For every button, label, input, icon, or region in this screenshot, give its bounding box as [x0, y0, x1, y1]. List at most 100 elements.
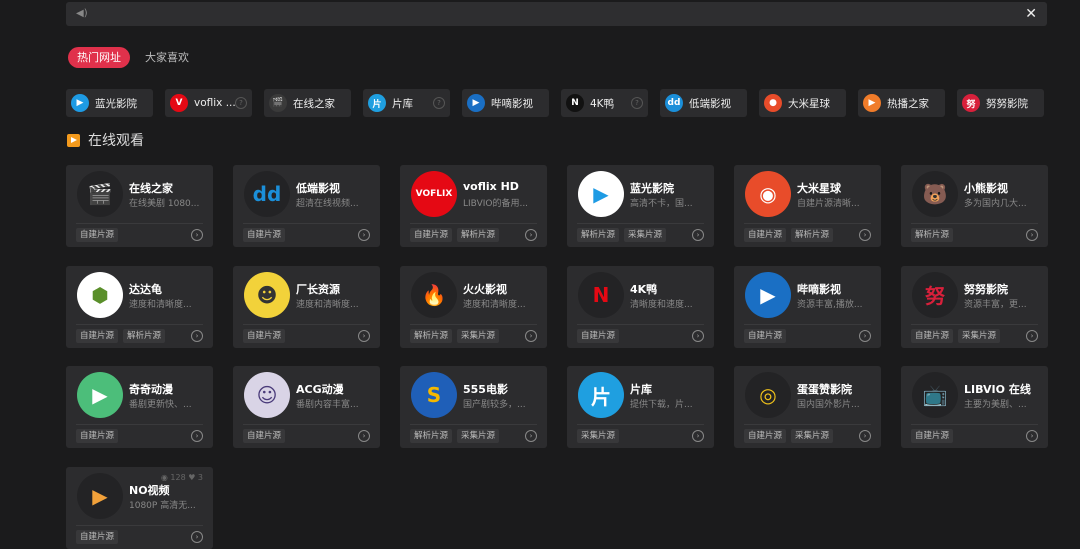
- go-arrow-icon[interactable]: ›: [358, 229, 370, 241]
- source-tag: 自建片源: [243, 228, 286, 242]
- site-card[interactable]: S 555电影 国产剧较多，... 解析片源 采集片源 ›: [400, 366, 547, 448]
- quick-link-label: 低端影视: [689, 97, 731, 110]
- go-arrow-icon[interactable]: ›: [191, 329, 203, 342]
- quick-link[interactable]: Vvoflix ...?: [165, 89, 252, 117]
- top-search-bar[interactable]: ◀) ✕: [66, 2, 1047, 26]
- info-icon[interactable]: ?: [235, 97, 247, 109]
- site-card[interactable]: ◎ 蛋蛋赞影院 国内国外影片... 自建片源 采集片源 ›: [734, 366, 881, 448]
- source-tags: 自建片源: [243, 328, 286, 343]
- site-description: 速度和清晰度...: [296, 299, 359, 310]
- divider: [911, 323, 1038, 325]
- source-tag: 自建片源: [76, 328, 119, 343]
- go-arrow-icon[interactable]: ›: [859, 430, 871, 442]
- quick-link[interactable]: 努努努影院: [957, 89, 1044, 117]
- site-card[interactable]: ☺ ACG动漫 番剧内容丰富... 自建片源 ›: [233, 366, 380, 448]
- go-arrow-icon[interactable]: ›: [191, 430, 203, 442]
- divider: [744, 323, 871, 325]
- site-card[interactable]: ◉ 大米星球 自建片源清晰... 自建片源 解析片源 ›: [734, 165, 881, 247]
- site-logo-icon: 🔥: [411, 271, 457, 318]
- go-arrow-icon[interactable]: ›: [358, 430, 370, 442]
- go-arrow-icon[interactable]: ›: [692, 430, 704, 442]
- speaker-icon[interactable]: ◀): [76, 7, 90, 21]
- go-arrow-icon[interactable]: ›: [525, 329, 537, 342]
- tab-hot-sites[interactable]: 热门网址: [68, 47, 130, 68]
- site-logo-icon: V: [170, 94, 188, 112]
- site-card[interactable]: ▶ 蓝光影院 高清不卡，国... 解析片源 采集片源 ›: [567, 165, 714, 247]
- quick-link[interactable]: ▶ 蓝光影院: [66, 89, 153, 117]
- go-arrow-icon[interactable]: ›: [692, 229, 704, 241]
- quick-link[interactable]: ▶ 哔嘀影视: [462, 89, 549, 117]
- source-tags: 自建片源 解析片源: [76, 328, 166, 343]
- tab-everyone-likes[interactable]: 大家喜欢: [136, 47, 198, 68]
- category-tabs: 热门网址 大家喜欢: [68, 47, 198, 68]
- site-card[interactable]: N 4K鸭 清晰度和速度... 自建片源 ›: [567, 265, 714, 348]
- quick-link[interactable]: N 4K鸭?: [561, 89, 648, 117]
- site-card[interactable]: 📺 LIBVIO 在线 主要为美剧、... 自建片源 ›: [901, 366, 1048, 448]
- site-card[interactable]: 努努努影院 资源丰富，更... 自建片源 采集片源 ›: [901, 265, 1048, 348]
- site-card[interactable]: ☻ 厂长资源 速度和清晰度... 自建片源 ›: [233, 265, 380, 348]
- source-tags: 自建片源: [911, 429, 954, 443]
- source-tags: 自建片源: [577, 328, 620, 343]
- source-tags: 自建片源 解析片源: [744, 228, 834, 242]
- go-arrow-icon[interactable]: ›: [1026, 229, 1038, 241]
- quick-link[interactable]: 🎬 在线之家: [264, 89, 351, 117]
- site-description: 国产剧较多，...: [463, 400, 526, 410]
- site-description: 多为国内几大...: [964, 199, 1027, 209]
- site-name: ACG动漫: [296, 383, 344, 396]
- site-name: 555电影: [463, 383, 508, 396]
- go-arrow-icon[interactable]: ›: [692, 329, 704, 342]
- source-tags: 自建片源 解析片源: [410, 228, 500, 242]
- go-arrow-icon[interactable]: ›: [358, 329, 370, 342]
- source-tag: 采集片源: [577, 429, 620, 443]
- site-name: 火火影视: [463, 282, 507, 296]
- site-card[interactable]: ▶ 奇奇动漫 番剧更新快、... 自建片源 ›: [66, 366, 213, 448]
- site-name: 在线之家: [129, 182, 173, 195]
- site-description: 资源丰富,播放...: [797, 299, 863, 310]
- play-icon: [67, 133, 80, 147]
- go-arrow-icon[interactable]: ›: [859, 229, 871, 241]
- divider: [410, 323, 537, 325]
- go-arrow-icon[interactable]: ›: [859, 329, 871, 342]
- source-tag: 自建片源: [410, 228, 453, 242]
- divider: [76, 424, 203, 425]
- info-icon[interactable]: ?: [631, 97, 643, 109]
- quick-link[interactable]: dd 低端影视: [660, 89, 747, 117]
- source-tag: 采集片源: [624, 228, 667, 242]
- divider: [410, 223, 537, 224]
- source-tag: 自建片源: [744, 228, 787, 242]
- close-icon[interactable]: ✕: [1025, 5, 1037, 23]
- site-card[interactable]: dd 低端影视 超清在线视频... 自建片源 ›: [233, 165, 380, 247]
- source-tag: 解析片源: [457, 228, 500, 242]
- site-card[interactable]: 片片库 提供下载，片... 采集片源 ›: [567, 366, 714, 448]
- quick-link-label: 努努影院: [986, 97, 1028, 110]
- go-arrow-icon[interactable]: ›: [1026, 430, 1038, 442]
- site-card[interactable]: ▶ NO视频 1080P 高清无... ◉ 128 ♥ 3 自建片源 ›: [66, 466, 213, 549]
- site-card[interactable]: VOFLIX voflix HD LIBVIO的备用... 自建片源 解析片源 ›: [400, 165, 547, 247]
- site-card[interactable]: ▶ 哔嘀影视 资源丰富,播放... 自建片源 ›: [734, 265, 881, 348]
- site-name: 哔嘀影视: [797, 282, 841, 296]
- site-card[interactable]: ⬢ 达达龟 速度和清晰度... 自建片源 解析片源 ›: [66, 265, 213, 348]
- site-logo-icon: ▶: [77, 372, 123, 418]
- go-arrow-icon[interactable]: ›: [1026, 329, 1038, 342]
- source-tags: 解析片源 采集片源: [577, 228, 667, 242]
- go-arrow-icon[interactable]: ›: [191, 229, 203, 241]
- quick-link[interactable]: ● 大米星球: [759, 89, 846, 117]
- quick-link[interactable]: 片片库?: [363, 89, 450, 117]
- site-card[interactable]: 🐻 小熊影视 多为国内几大... 解析片源 ›: [901, 165, 1048, 247]
- divider: [243, 424, 370, 425]
- go-arrow-icon[interactable]: ›: [525, 229, 537, 241]
- site-logo-icon: dd: [244, 171, 290, 217]
- go-arrow-icon[interactable]: ›: [191, 530, 203, 543]
- quick-link[interactable]: ▶ 热播之家: [858, 89, 945, 117]
- site-card[interactable]: 🎬 在线之家 在线美剧 1080... 自建片源 ›: [66, 165, 213, 247]
- divider: [243, 323, 370, 325]
- site-description: 速度和清晰度...: [463, 299, 526, 310]
- site-logo-icon: ▶: [77, 472, 123, 519]
- go-arrow-icon[interactable]: ›: [525, 430, 537, 442]
- source-tag: 自建片源: [243, 328, 286, 343]
- source-tag: 自建片源: [577, 328, 620, 343]
- site-logo-icon: dd: [665, 94, 683, 112]
- site-stats: ◉ 128 ♥ 3: [160, 472, 203, 482]
- info-icon[interactable]: ?: [433, 97, 445, 109]
- site-card[interactable]: 🔥 火火影视 速度和清晰度... 解析片源 采集片源 ›: [400, 265, 547, 348]
